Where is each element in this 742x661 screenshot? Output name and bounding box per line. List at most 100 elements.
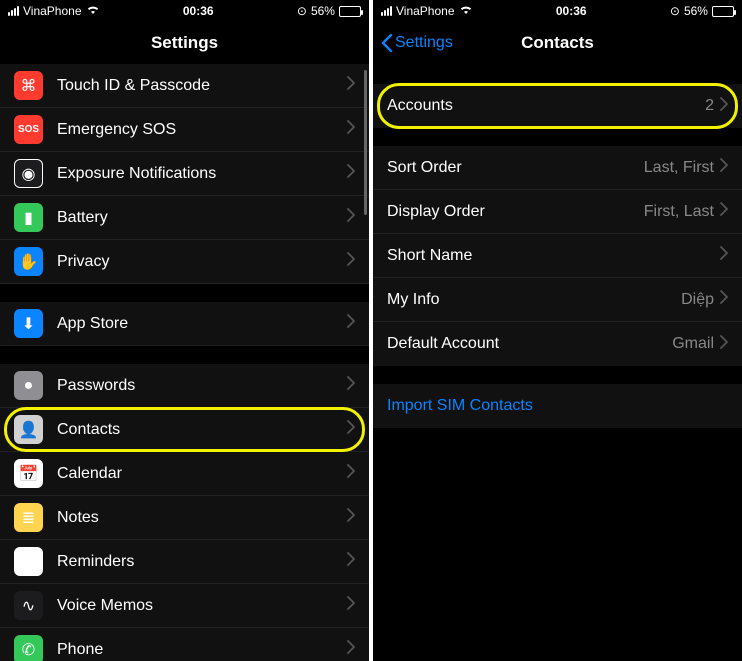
row-label: Passwords: [57, 377, 347, 395]
chevron-right-icon: [720, 202, 728, 221]
signal-icon: [381, 6, 392, 16]
chevron-right-icon: [347, 376, 355, 395]
chevron-right-icon: [347, 252, 355, 271]
row-label: Notes: [57, 509, 347, 527]
row-label: Import SIM Contacts: [387, 397, 728, 415]
contacts-icon: 👤: [14, 415, 43, 444]
settings-row-voice[interactable]: ∿ Voice Memos: [0, 584, 369, 628]
settings-row-reminders[interactable]: ⋮⋮ Reminders: [0, 540, 369, 584]
settings-row-app-store[interactable]: ⬇ App Store: [0, 302, 369, 346]
row-label: My Info: [387, 291, 681, 309]
row-label: Voice Memos: [57, 597, 347, 615]
chevron-right-icon: [347, 596, 355, 615]
touch-id-icon: ⌘: [14, 71, 43, 100]
chevron-right-icon: [347, 464, 355, 483]
settings-row-passwords[interactable]: ● Passwords: [0, 364, 369, 408]
chevron-right-icon: [720, 290, 728, 309]
reminders-icon: ⋮⋮: [14, 547, 43, 576]
carrier-label: VinaPhone: [396, 4, 455, 18]
row-label: App Store: [57, 315, 347, 333]
chevron-right-icon: [347, 164, 355, 183]
contacts-row-display-order[interactable]: Display OrderFirst, Last: [373, 190, 742, 234]
battery-icon: [339, 6, 361, 17]
contacts-row-short-name[interactable]: Short Name: [373, 234, 742, 278]
sos-icon: SOS: [14, 115, 43, 144]
status-bar: VinaPhone 00:36 ⊙ 56%: [0, 0, 369, 22]
settings-row-touch-id[interactable]: ⌘ Touch ID & Passcode: [0, 64, 369, 108]
row-label: Contacts: [57, 421, 347, 439]
row-label: Calendar: [57, 465, 347, 483]
row-label: Phone: [57, 641, 347, 659]
nav-bar: Settings: [0, 22, 369, 64]
contacts-row-import-sim[interactable]: Import SIM Contacts: [373, 384, 742, 428]
wifi-icon: [459, 4, 473, 18]
voice-icon: ∿: [14, 591, 43, 620]
row-value: 2: [705, 97, 714, 115]
carrier-label: VinaPhone: [23, 4, 82, 18]
alarm-icon: ⊙: [670, 4, 680, 18]
battery-icon: [712, 6, 734, 17]
signal-icon: [8, 6, 19, 16]
settings-row-battery[interactable]: ▮ Battery: [0, 196, 369, 240]
exposure-icon: ◉: [14, 159, 43, 188]
row-label: Battery: [57, 209, 347, 227]
row-value: Gmail: [672, 335, 714, 353]
page-title: Settings: [151, 33, 218, 53]
passwords-icon: ●: [14, 371, 43, 400]
chevron-right-icon: [347, 552, 355, 571]
status-bar: VinaPhone 00:36 ⊙ 56%: [373, 0, 742, 22]
row-value: Diệp: [681, 291, 714, 309]
contacts-row-default-acct[interactable]: Default AccountGmail: [373, 322, 742, 366]
row-label: Display Order: [387, 203, 644, 221]
contacts-row-sort-order[interactable]: Sort OrderLast, First: [373, 146, 742, 190]
settings-row-sos[interactable]: SOS Emergency SOS: [0, 108, 369, 152]
chevron-right-icon: [347, 120, 355, 139]
app-store-icon: ⬇: [14, 309, 43, 338]
back-button[interactable]: Settings: [381, 34, 453, 52]
row-label: Touch ID & Passcode: [57, 77, 347, 95]
row-label: Default Account: [387, 335, 672, 353]
row-label: Exposure Notifications: [57, 165, 347, 183]
row-label: Privacy: [57, 253, 347, 271]
settings-row-calendar[interactable]: 📅Calendar: [0, 452, 369, 496]
clock-label: 00:36: [183, 4, 214, 18]
phone-icon: ✆: [14, 635, 43, 661]
chevron-right-icon: [720, 97, 728, 116]
row-label: Sort Order: [387, 159, 644, 177]
privacy-icon: ✋: [14, 247, 43, 276]
row-label: Emergency SOS: [57, 121, 347, 139]
notes-icon: ≣: [14, 503, 43, 532]
chevron-right-icon: [347, 640, 355, 659]
chevron-right-icon: [720, 246, 728, 265]
wifi-icon: [86, 4, 100, 18]
row-label: Reminders: [57, 553, 347, 571]
battery-pct: 56%: [311, 4, 335, 18]
row-value: First, Last: [644, 203, 714, 221]
row-label: Accounts: [387, 97, 705, 115]
settings-row-notes[interactable]: ≣ Notes: [0, 496, 369, 540]
back-label: Settings: [395, 34, 453, 52]
settings-row-privacy[interactable]: ✋ Privacy: [0, 240, 369, 284]
chevron-right-icon: [347, 508, 355, 527]
chevron-right-icon: [347, 420, 355, 439]
chevron-right-icon: [347, 314, 355, 333]
settings-row-phone[interactable]: ✆ Phone: [0, 628, 369, 661]
settings-row-contacts[interactable]: 👤 Contacts: [0, 408, 369, 452]
row-value: Last, First: [644, 159, 714, 177]
battery-pct: 56%: [684, 4, 708, 18]
page-title: Contacts: [521, 33, 594, 53]
chevron-right-icon: [347, 208, 355, 227]
settings-row-exposure[interactable]: ◉ Exposure Notifications: [0, 152, 369, 196]
chevron-right-icon: [720, 335, 728, 354]
contacts-row-accounts[interactable]: Accounts2: [373, 84, 742, 128]
nav-bar: Settings Contacts: [373, 22, 742, 64]
battery-icon: ▮: [14, 203, 43, 232]
contacts-settings-screen: VinaPhone 00:36 ⊙ 56% Settings Contacts …: [373, 0, 742, 661]
settings-screen: VinaPhone 00:36 ⊙ 56% Settings ⌘ Touch ID…: [0, 0, 369, 661]
contacts-row-my-info[interactable]: My InfoDiệp: [373, 278, 742, 322]
alarm-icon: ⊙: [297, 4, 307, 18]
row-label: Short Name: [387, 247, 714, 265]
chevron-right-icon: [347, 76, 355, 95]
scrollbar[interactable]: [364, 70, 367, 215]
chevron-right-icon: [720, 158, 728, 177]
